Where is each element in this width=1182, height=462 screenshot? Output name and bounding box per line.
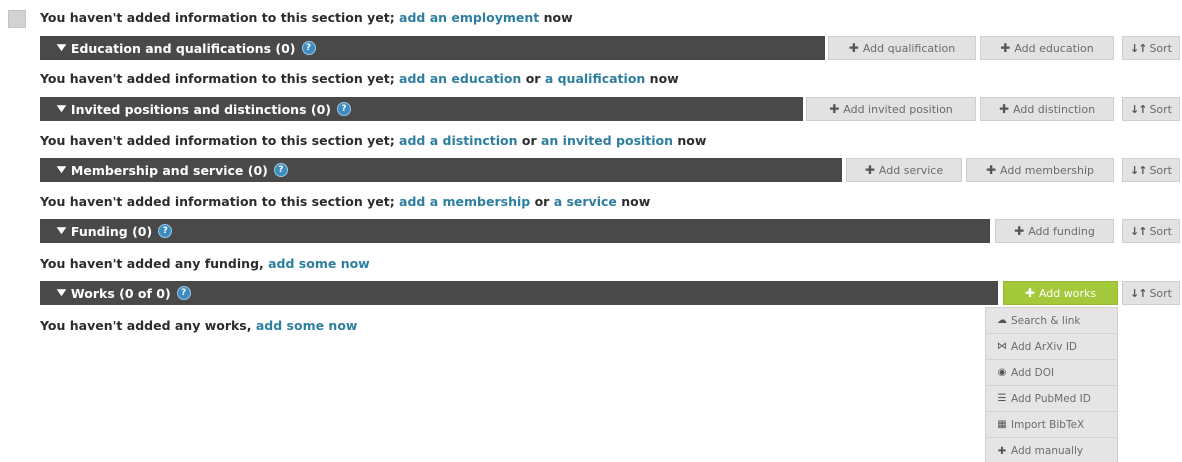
add-funding-button[interactable]: ✚ Add funding: [995, 219, 1114, 243]
add-invited-position-button[interactable]: ✚ Add invited position: [806, 97, 976, 121]
funding-empty-message: You haven't added any funding, add some …: [40, 256, 370, 271]
add-membership-link[interactable]: add a membership: [399, 194, 530, 209]
section-title: Membership and service (0): [70, 162, 268, 178]
works-empty-message: You haven't added any works, add some no…: [40, 318, 358, 333]
sort-icon: ↓↑: [1130, 224, 1147, 238]
plus-icon: ✚: [1014, 224, 1025, 238]
help-icon[interactable]: ?: [301, 41, 316, 55]
add-pubmed-id-item[interactable]: ☰ Add PubMed ID: [986, 386, 1117, 412]
cloud-icon: ☁: [997, 315, 1007, 326]
add-employment-link[interactable]: add an employment: [399, 10, 539, 25]
import-bibtex-item[interactable]: ▦ Import BibTeX: [986, 412, 1117, 438]
section-title: Education and qualifications (0): [70, 40, 296, 56]
help-icon[interactable]: ?: [176, 286, 191, 300]
add-funding-link[interactable]: add some now: [268, 256, 370, 271]
membership-section-header[interactable]: ▼ Membership and service (0) ?: [40, 158, 842, 182]
plus-icon: ✚: [998, 102, 1010, 116]
sort-button[interactable]: ↓↑ Sort: [1122, 219, 1180, 243]
add-doi-item[interactable]: ◉ Add DOI: [986, 360, 1117, 386]
add-qualification-link[interactable]: a qualification: [545, 71, 646, 86]
add-service-link[interactable]: a service: [554, 194, 617, 209]
bibtex-icon: ▦: [997, 419, 1007, 430]
works-section-header[interactable]: ▼ Works (0 of 0) ?: [40, 281, 998, 305]
section-title: Works (0 of 0): [70, 285, 171, 301]
plus-icon: ✚: [848, 41, 859, 55]
help-icon[interactable]: ?: [158, 224, 173, 238]
sort-button[interactable]: ↓↑ Sort: [1122, 158, 1180, 182]
add-distinction-link[interactable]: add a distinction: [399, 133, 517, 148]
add-service-button[interactable]: ✚ Add service: [846, 158, 962, 182]
add-membership-button[interactable]: ✚ Add membership: [966, 158, 1114, 182]
section-title: Invited positions and distinctions (0): [70, 101, 331, 117]
chevron-down-icon[interactable]: ▼: [57, 288, 67, 298]
add-invited-position-link[interactable]: an invited position: [541, 133, 673, 148]
invited-positions-section-header[interactable]: ▼ Invited positions and distinctions (0)…: [40, 97, 803, 121]
arxiv-icon: ⋈: [997, 341, 1007, 352]
pubmed-icon: ☰: [997, 393, 1007, 404]
chevron-down-icon[interactable]: ▼: [57, 226, 67, 236]
chevron-down-icon[interactable]: ▼: [57, 43, 67, 53]
sort-button[interactable]: ↓↑ Sort: [1122, 36, 1180, 60]
membership-empty-message: You haven't added information to this se…: [40, 194, 651, 209]
education-empty-message: You haven't added information to this se…: [40, 71, 679, 86]
plus-icon: ✚: [864, 163, 875, 177]
sort-icon: ↓↑: [1130, 102, 1147, 116]
add-education-link[interactable]: add an education: [399, 71, 521, 86]
section-title: Funding (0): [70, 223, 153, 239]
search-and-link-item[interactable]: ☁ Search & link: [986, 308, 1117, 334]
help-icon[interactable]: ?: [273, 163, 288, 177]
plus-icon: ✚: [829, 102, 840, 116]
add-works-button[interactable]: ✚ Add works: [1003, 281, 1118, 305]
drag-handle[interactable]: [8, 10, 26, 28]
employment-empty-message: You haven't added information to this se…: [40, 10, 573, 25]
doi-icon: ◉: [997, 367, 1007, 378]
add-works-link[interactable]: add some now: [256, 318, 358, 333]
sort-icon: ↓↑: [1130, 163, 1147, 177]
add-education-button[interactable]: ✚ Add education: [980, 36, 1114, 60]
plus-icon: ✚: [1024, 286, 1035, 300]
add-works-dropdown: ☁ Search & link ⋈ Add ArXiv ID ◉ Add DOI ☰ A…: [985, 307, 1118, 462]
sort-button[interactable]: ↓↑ Sort: [1122, 281, 1180, 305]
chevron-down-icon[interactable]: ▼: [57, 104, 67, 114]
plus-icon: ✚: [985, 163, 997, 177]
add-distinction-button[interactable]: ✚ Add distinction: [980, 97, 1114, 121]
sort-icon: ↓↑: [1130, 41, 1147, 55]
plus-icon: ✚: [997, 445, 1007, 457]
invited-empty-message: You haven't added information to this se…: [40, 133, 707, 148]
education-section-header[interactable]: ▼ Education and qualifications (0) ?: [40, 36, 825, 60]
add-arxiv-id-item[interactable]: ⋈ Add ArXiv ID: [986, 334, 1117, 360]
sort-button[interactable]: ↓↑ Sort: [1122, 97, 1180, 121]
plus-icon: ✚: [1000, 41, 1011, 55]
add-qualification-button[interactable]: ✚ Add qualification: [828, 36, 976, 60]
chevron-down-icon[interactable]: ▼: [57, 165, 67, 175]
add-manually-item[interactable]: ✚ Add manually: [986, 438, 1117, 462]
funding-section-header[interactable]: ▼ Funding (0) ?: [40, 219, 990, 243]
help-icon[interactable]: ?: [337, 102, 351, 116]
sort-icon: ↓↑: [1130, 286, 1147, 300]
